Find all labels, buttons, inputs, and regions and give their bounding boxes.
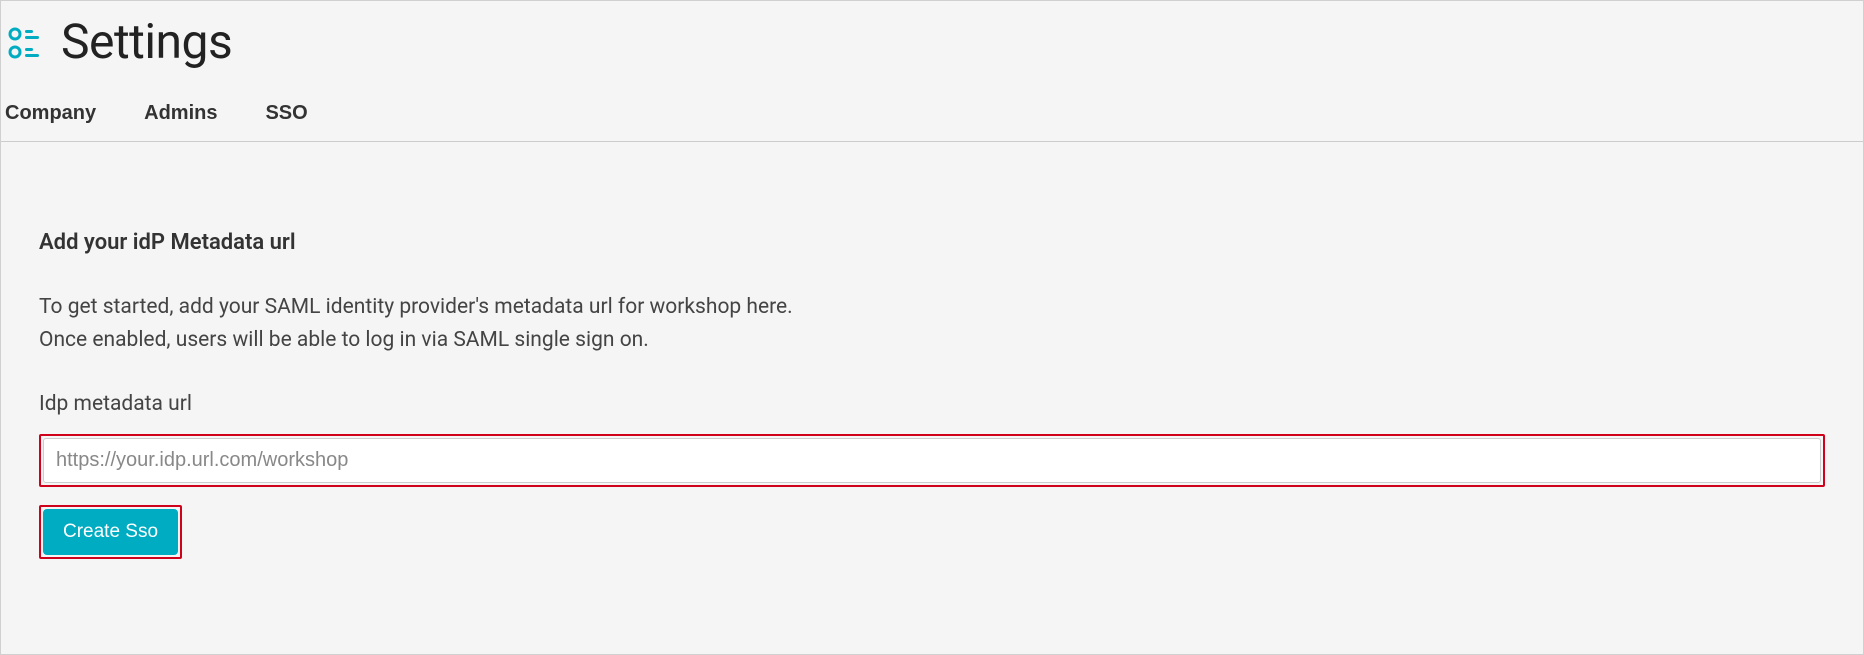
page-header: Settings: [1, 1, 1863, 70]
idp-url-label: Idp metadata url: [39, 392, 1825, 416]
create-sso-highlight: Create Sso: [39, 505, 182, 559]
settings-page: Settings Company Admins SSO Add your idP…: [0, 0, 1864, 655]
sso-content: Add your idP Metadata url To get started…: [1, 142, 1863, 597]
create-sso-button[interactable]: Create Sso: [43, 509, 178, 555]
tab-company[interactable]: Company: [5, 102, 96, 125]
page-title: Settings: [61, 13, 232, 70]
tabs-nav: Company Admins SSO: [1, 70, 1863, 142]
section-description: To get started, add your SAML identity p…: [39, 291, 1825, 356]
description-line-1: To get started, add your SAML identity p…: [39, 291, 1825, 324]
tab-admins[interactable]: Admins: [144, 102, 217, 125]
section-heading: Add your idP Metadata url: [39, 230, 1825, 255]
idp-url-highlight: [39, 434, 1825, 487]
description-line-2: Once enabled, users will be able to log …: [39, 324, 1825, 357]
tab-sso[interactable]: SSO: [265, 102, 307, 125]
app-logo-icon: [5, 22, 45, 62]
idp-url-input[interactable]: [43, 438, 1821, 483]
